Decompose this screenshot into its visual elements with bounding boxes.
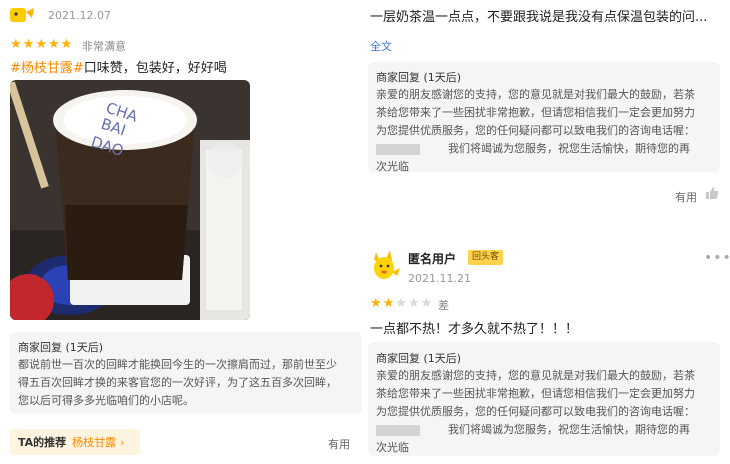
more-options-icon[interactable]: ••• [704, 250, 730, 266]
review-body: 口味赞，包装好，好好喝 [83, 61, 227, 76]
review-date: 2021.11.21 [408, 272, 471, 285]
reply-line: 亲爱的朋友感谢您的支持，您的意见就是对我们最大的鼓励，若茶 [376, 369, 695, 382]
left-review-panel: 2021.12.07 ★ ★ ★ ★ ★ 非常满意 #杨枝甘露#口味赞，包装好，… [0, 0, 362, 464]
star-icon: ★ [370, 296, 382, 311]
star-rating: ★ ★ ★ ★ ★ [10, 38, 72, 51]
redacted-phone [376, 424, 420, 436]
recommend-label: TA的推荐 [18, 436, 67, 449]
rating-label: 非常满意 [82, 40, 126, 53]
review-body: 一点都不热！才多久就不热了！！！ [370, 322, 579, 337]
reply-line: 亲爱的朋友感谢您的支持，您的意见就是对我们最大的鼓励，若茶 [376, 88, 695, 101]
merchant-reply-text: 亲爱的朋友感谢您的支持，您的意见就是对我们最大的鼓励，若茶 茶给您带来了一些困扰… [376, 86, 695, 176]
full-text-link[interactable]: 全文 [370, 38, 392, 54]
star-icon: ★ [22, 37, 35, 52]
reply-line: 您以后可得多多光临咱们的小店呢。 [18, 394, 194, 407]
reviewer-name[interactable]: 匿名用户 [408, 250, 456, 267]
star-icon: ★ [60, 37, 73, 52]
star-icon: ★ [420, 296, 433, 311]
milk-tea-photo-image: CHA BAI DAO [10, 80, 250, 320]
review-text-truncated: 一层奶茶温一点点，不要跟我说是我没有点保温包装的问... [370, 10, 708, 25]
reply-line: 次光临 [376, 441, 409, 454]
star-icon: ★ [10, 37, 22, 52]
reply-line: 为您提供优质服务，您的任何疑问都可以致电我们的咨询电话喔： [376, 405, 695, 418]
reply-line: 都说前世一百次的回眸才能换回今生的一次擦肩而过，那前世至少 [18, 358, 337, 371]
merchant-reply-title: 商家回复 (1天后) [376, 71, 462, 84]
star-icon: ★ [47, 37, 60, 52]
useful-button[interactable]: 有用 [328, 436, 350, 452]
reply-line: 为您提供优质服务，您的任何疑问都可以致电我们的咨询电话喔： [376, 124, 695, 137]
merchant-reply-title: 商家回复 (1天后) [376, 352, 462, 365]
thumbs-up-icon[interactable] [705, 186, 719, 200]
reply-line: 我们将竭诚为您服务，祝您生活愉快，期待您的再 [376, 140, 695, 158]
merchant-reply-text: 都说前世一百次的回眸才能换回今生的一次擦肩而过，那前世至少 得五百次回眸才换的来… [18, 356, 337, 410]
product-tag-link[interactable]: #杨枝甘露# [10, 61, 84, 76]
star-rating: ★ ★ ★ ★ ★ [370, 297, 432, 310]
star-icon: ★ [395, 296, 407, 311]
rating-label: 差 [438, 299, 449, 312]
recommend-item: 杨枝甘露 [72, 436, 117, 449]
merchant-reply-text: 亲爱的朋友感谢您的支持，您的意见就是对我们最大的鼓励，若茶 茶给您带来了一些困扰… [376, 367, 695, 457]
review-text: #杨枝甘露#口味赞，包装好，好好喝 [10, 57, 227, 76]
recommend-chip[interactable]: TA的推荐 杨枝甘露 › [10, 429, 140, 455]
star-icon: ★ [35, 37, 47, 52]
star-icon: ★ [382, 296, 395, 311]
reply-line: 次光临 [376, 160, 409, 173]
star-icon: ★ [407, 296, 420, 311]
review-photo[interactable]: CHA BAI DAO [10, 80, 250, 320]
reply-line: 得五百次回眸才换的来客官您的一次好评，为了这五百多次回眸， [18, 376, 337, 389]
repeat-customer-badge: 回头客 [468, 250, 504, 265]
right-review-panel: 一层奶茶温一点点，不要跟我说是我没有点保温包装的问... 全文 商家回复 (1天… [362, 0, 730, 464]
redacted-phone [376, 143, 420, 155]
user-avatar-icon[interactable] [8, 4, 36, 26]
anonymous-avatar-icon[interactable] [370, 248, 402, 282]
chevron-right-icon: › [120, 435, 125, 449]
reply-line: 茶给您带来了一些困扰非常抱歉，但请您相信我们一定会更加努力 [376, 106, 695, 119]
useful-button[interactable]: 有用 [675, 189, 697, 205]
reply-line: 我们将竭诚为您服务，祝您生活愉快，期待您的再 [376, 421, 695, 439]
merchant-reply-title: 商家回复 (1天后) [18, 341, 104, 354]
reply-line: 茶给您带来了一些困扰非常抱歉，但请您相信我们一定会更加努力 [376, 387, 695, 400]
review-date: 2021.12.07 [48, 9, 111, 22]
